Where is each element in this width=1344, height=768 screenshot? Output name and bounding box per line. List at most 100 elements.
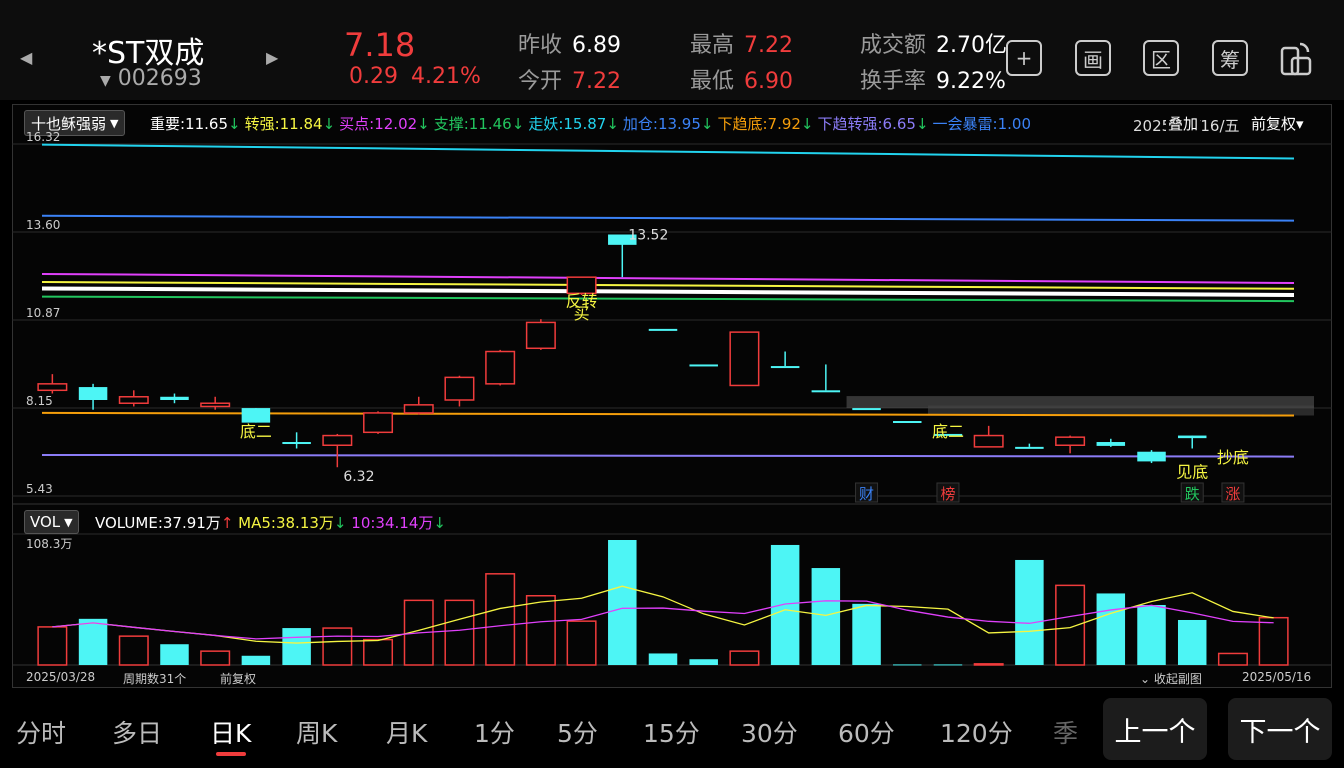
candle-body bbox=[1177, 435, 1207, 439]
quote-value: 6.90 bbox=[744, 69, 793, 94]
candle-body bbox=[893, 421, 922, 424]
event-tag: 涨 bbox=[1225, 485, 1240, 503]
collapse-icon: ⌄ bbox=[1140, 672, 1154, 686]
quote-value: 7.22 bbox=[744, 33, 793, 58]
volume-bar bbox=[118, 635, 149, 666]
candle-body bbox=[118, 396, 149, 404]
signal-label: 买 bbox=[574, 304, 590, 323]
price-change-pct: 4.21% bbox=[411, 64, 481, 89]
quote-value: 2.70亿 bbox=[936, 33, 1008, 58]
kline-chart[interactable]: 16.3213.6010.878.155.4313.526.32底二反转买底二见… bbox=[12, 104, 1332, 688]
chips-button[interactable]: 筹 bbox=[1212, 40, 1248, 76]
stock-code-row[interactable]: ▼ 002693 bbox=[100, 66, 202, 91]
tab-1[interactable]: 多日 bbox=[112, 714, 162, 750]
volume-max-label: 108.3万 bbox=[26, 537, 72, 551]
volume-bar bbox=[444, 599, 475, 666]
price-axis-label: 10.87 bbox=[26, 306, 60, 320]
landscape-switch-icon[interactable] bbox=[1278, 40, 1314, 78]
candle-body bbox=[78, 387, 108, 400]
volume-bar bbox=[608, 540, 637, 665]
candle-body bbox=[852, 408, 881, 411]
candle-body bbox=[403, 404, 434, 414]
price-change: 0.29 bbox=[349, 64, 398, 89]
volume-bar bbox=[1055, 584, 1086, 666]
tab-0[interactable]: 分时 bbox=[16, 714, 66, 750]
indicator-line bbox=[41, 272, 1295, 284]
candle-body bbox=[37, 383, 68, 392]
tab-2[interactable]: 日K bbox=[210, 714, 251, 750]
volume-bar bbox=[1258, 616, 1289, 666]
collapse-subchart-button[interactable]: ⌄ 收起副图 bbox=[1140, 670, 1202, 687]
candle-body bbox=[811, 390, 841, 393]
tab-10[interactable]: 120分 bbox=[940, 714, 1013, 750]
ma10-arrow: ↓ bbox=[433, 514, 446, 532]
candle-body bbox=[322, 434, 353, 447]
quote-item: 最高 7.22 bbox=[690, 27, 793, 59]
volume-bar bbox=[1177, 619, 1207, 665]
start-date: 2025/03/28 bbox=[26, 670, 96, 684]
tab-9[interactable]: 60分 bbox=[838, 714, 895, 750]
chevron-down-icon: ▼ bbox=[64, 515, 73, 529]
candle-body bbox=[363, 412, 394, 434]
next-stock-button[interactable]: 下一个 bbox=[1228, 698, 1332, 760]
signal-label: 抄底 bbox=[1217, 448, 1249, 467]
quote-value: 9.22% bbox=[936, 69, 1006, 94]
current-price: 7.18 bbox=[344, 26, 416, 64]
tab-11[interactable]: 季 bbox=[1053, 714, 1078, 750]
end-date: 2025/05/16 bbox=[1242, 670, 1312, 684]
tab-6[interactable]: 5分 bbox=[557, 714, 598, 750]
candle-body bbox=[1015, 446, 1044, 449]
volume-selector[interactable]: VOL ▼ bbox=[24, 510, 79, 534]
next-stock-arrow-icon[interactable]: ▶ bbox=[266, 48, 278, 67]
add-watchlist-button[interactable]: + bbox=[1006, 40, 1042, 76]
tab-3[interactable]: 周K bbox=[296, 714, 337, 750]
quote-label: 最低 bbox=[690, 69, 735, 94]
volume-bar bbox=[852, 603, 881, 665]
draw-button[interactable]: 画 bbox=[1075, 40, 1111, 76]
quote-item: 换手率 9.22% bbox=[860, 63, 1006, 95]
volume-arrow: ↑ bbox=[220, 514, 234, 532]
tab-8[interactable]: 30分 bbox=[741, 714, 798, 750]
price-axis-label: 5.43 bbox=[26, 482, 53, 496]
price-axis-label: 16.32 bbox=[26, 130, 60, 144]
signal-label: 见底 bbox=[1176, 463, 1208, 482]
ma5-arrow: ↓ bbox=[333, 514, 347, 532]
chips-icon: 筹 bbox=[1220, 47, 1240, 72]
candle-body bbox=[485, 350, 516, 385]
volume-bar bbox=[525, 594, 556, 666]
tab-4[interactable]: 月K bbox=[386, 714, 427, 750]
collapse-label: 收起副图 bbox=[1153, 672, 1202, 686]
volume-value: VOLUME:37.91万 bbox=[95, 514, 221, 532]
candle-body bbox=[729, 331, 760, 387]
volume-bar bbox=[1015, 559, 1044, 665]
draw-icon: 画 bbox=[1083, 47, 1103, 72]
candle-body bbox=[689, 364, 718, 367]
volume-bar bbox=[811, 568, 841, 665]
stock-code: 002693 bbox=[117, 66, 202, 91]
event-tag: 财 bbox=[859, 485, 874, 503]
candle-body bbox=[525, 321, 556, 350]
volume-bar bbox=[648, 653, 678, 665]
volume-bar bbox=[37, 626, 68, 666]
indicator-line bbox=[41, 295, 1295, 303]
price-axis-label: 8.15 bbox=[26, 394, 53, 408]
volume-bar bbox=[1217, 652, 1248, 666]
candle-body bbox=[241, 408, 271, 423]
prev-stock-button[interactable]: 上一个 bbox=[1103, 698, 1207, 760]
extreme-price-label: 6.32 bbox=[343, 469, 374, 485]
tab-7[interactable]: 15分 bbox=[643, 714, 700, 750]
quote-label: 昨收 bbox=[518, 33, 563, 58]
quote-label: 成交额 bbox=[860, 33, 927, 58]
indicator-line bbox=[41, 143, 1295, 160]
indicator-line bbox=[41, 453, 1295, 458]
period-count: 周期数31个 bbox=[123, 672, 187, 686]
volume-bar bbox=[160, 644, 189, 665]
range-button[interactable]: 区 bbox=[1143, 40, 1179, 76]
tab-5[interactable]: 1分 bbox=[474, 714, 515, 750]
quote-label: 最高 bbox=[690, 33, 735, 58]
prev-stock-arrow-icon[interactable]: ◀ bbox=[20, 48, 32, 67]
volume-bar bbox=[1137, 604, 1166, 665]
candle-body bbox=[1137, 451, 1166, 462]
quote-value: 7.22 bbox=[572, 69, 621, 94]
volume-bar bbox=[973, 663, 1004, 666]
